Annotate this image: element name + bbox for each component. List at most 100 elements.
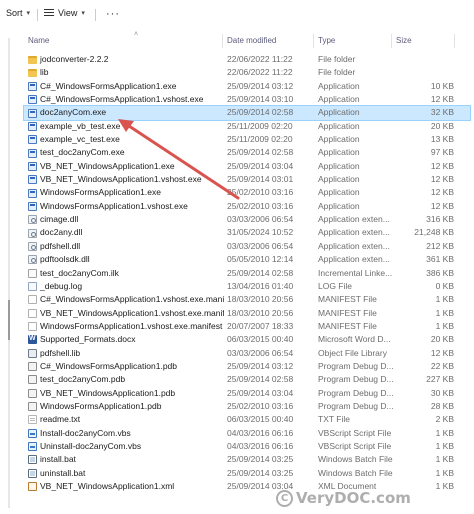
file-row[interactable]: WindowsFormsApplication1.vshost.exe 25/02… — [24, 200, 470, 213]
app-icon — [28, 108, 37, 118]
file-type: Incremental Linke... — [318, 267, 393, 278]
file-type: Application — [318, 147, 360, 158]
file-row[interactable]: pdftoolsdk.dll 05/05/2010 12:14 Applicatio… — [24, 253, 470, 266]
file-type: Application — [318, 107, 360, 118]
file-type: Windows Batch File — [318, 454, 393, 465]
column-date-header[interactable]: Date modified — [227, 36, 276, 45]
file-type: Object File Library — [318, 347, 387, 358]
column-divider[interactable] — [313, 34, 314, 48]
file-size: 2 KB — [435, 414, 454, 425]
file-type: Program Debug D... — [318, 400, 394, 411]
watermark-text: VeryDOC.com — [296, 489, 411, 507]
date-modified: 13/04/2016 01:40 — [227, 280, 294, 291]
file-size: 1 KB — [435, 307, 454, 318]
name-cell: jodconverter-2.2.2 — [28, 53, 224, 66]
file-name: test_doc2anyCom.ilk — [40, 267, 119, 278]
column-name-header[interactable]: Name — [28, 36, 49, 45]
app-icon — [28, 161, 37, 171]
file-row[interactable]: lib 22/06/2022 11:22 File folder — [24, 66, 470, 79]
file-row[interactable]: readme.txt 06/03/2015 00:40 TXT File 2 KB — [24, 413, 470, 426]
file-size: 12 KB — [430, 160, 454, 171]
file-size: 1 KB — [435, 454, 454, 465]
app-icon — [28, 121, 37, 131]
scrollbar-track[interactable] — [8, 38, 10, 508]
file-type: Application — [318, 160, 360, 171]
name-cell: pdftoolsdk.dll — [28, 253, 224, 266]
column-divider[interactable] — [222, 34, 223, 48]
file-row[interactable]: install.bat 25/09/2014 03:25 Windows Batch… — [24, 453, 470, 466]
file-row[interactable]: Uninstall-doc2anyCom.vbs 04/03/2016 06:16… — [24, 440, 470, 453]
file-type: Program Debug D... — [318, 360, 394, 371]
file-row[interactable]: Supported_Formats.docx 06/03/2015 00:40 Mi… — [24, 333, 470, 346]
file-row[interactable]: Install-doc2anyCom.vbs 04/03/2016 06:16 VB… — [24, 427, 470, 440]
date-modified: 25/11/2009 02:20 — [227, 120, 293, 131]
file-row[interactable]: cimage.dll 03/03/2006 06:54 Application ex… — [24, 213, 470, 226]
file-row[interactable]: C#_WindowsFormsApplication1.vshost.exe 25… — [24, 93, 470, 106]
file-row[interactable]: C#_WindowsFormsApplication1.vshost.exe.m… — [24, 293, 470, 306]
file-name: test_doc2anyCom.pdb — [40, 374, 126, 385]
file-type: VBScript Script File — [318, 440, 392, 451]
file-row[interactable]: VB_NET_WindowsApplication1.exe 25/09/2014… — [24, 160, 470, 173]
file-type: MANIFEST File — [318, 294, 377, 305]
file-size: 30 KB — [430, 387, 454, 398]
sort-button[interactable]: Sort ▾ — [6, 8, 30, 18]
file-row[interactable]: WindowsFormsApplication1.pdb 25/02/2010 0… — [24, 400, 470, 413]
date-modified: 25/09/2014 02:58 — [227, 147, 294, 158]
app-icon — [28, 201, 37, 211]
file-row[interactable]: VB_NET_WindowsApplication1.pdb 25/09/2014… — [24, 387, 470, 400]
file-name: jodconverter-2.2.2 — [40, 54, 109, 64]
file-row[interactable]: VB_NET_WindowsApplication1.vshost.exe 25/… — [24, 173, 470, 186]
file-size: 20 KB — [430, 120, 454, 131]
file-row[interactable]: doc2anyCom.exe 25/09/2014 02:58 Applicatio… — [23, 105, 471, 121]
column-size-header[interactable]: Size — [396, 36, 412, 45]
file-type: Application exten... — [318, 227, 390, 238]
file-row[interactable]: WindowsFormsApplication1.exe 25/02/2010 0… — [24, 186, 470, 199]
file-name: VB_NET_WindowsApplication1.vshost.exe — [40, 174, 202, 185]
file-size: 32 KB — [430, 107, 454, 118]
manifest-icon — [28, 322, 37, 332]
file-row[interactable]: pdfshell.lib 03/03/2006 06:54 Object File … — [24, 347, 470, 360]
app-icon — [28, 95, 37, 105]
scrollbar-thumb[interactable] — [8, 300, 10, 340]
date-modified: 25/09/2014 02:58 — [227, 107, 294, 118]
name-cell: example_vb_test.exe — [28, 120, 224, 133]
file-row[interactable]: C#_WindowsFormsApplication1.exe 25/09/201… — [24, 80, 470, 93]
date-modified: 25/09/2014 03:25 — [227, 454, 294, 465]
date-modified: 25/09/2014 03:01 — [227, 174, 294, 185]
more-options-button[interactable]: ··· — [106, 8, 120, 20]
manifest-icon — [28, 308, 37, 318]
file-row[interactable]: test_doc2anyCom.ilk 25/09/2014 02:58 Incre… — [24, 267, 470, 280]
file-row[interactable]: example_vb_test.exe 25/11/2009 02:20 Appli… — [24, 120, 470, 133]
file-name: WindowsFormsApplication1.vshost.exe — [40, 200, 188, 211]
pdb-icon — [28, 388, 37, 398]
file-row[interactable]: test_doc2anyCom.pdb 25/09/2014 02:58 Progr… — [24, 373, 470, 386]
file-row[interactable]: C#_WindowsFormsApplication1.pdb 25/09/201… — [24, 360, 470, 373]
file-row[interactable]: WindowsFormsApplication1.vshost.exe.mani… — [24, 320, 470, 333]
column-type-header[interactable]: Type — [318, 36, 335, 45]
file-row[interactable]: _debug.log 13/04/2016 01:40 LOG File 0 KB — [24, 280, 470, 293]
pdb-icon — [28, 402, 37, 412]
column-divider[interactable] — [454, 34, 455, 48]
file-name: C#_WindowsFormsApplication1.vshost.exe — [40, 94, 204, 105]
file-row[interactable]: example_vc_test.exe 25/11/2009 02:20 Appli… — [24, 133, 470, 146]
date-modified: 25/09/2014 03:12 — [227, 80, 294, 91]
pdb-icon — [28, 375, 37, 385]
date-modified: 06/03/2015 00:40 — [227, 414, 294, 425]
file-row[interactable]: uninstall.bat 25/09/2014 03:25 Windows Bat… — [24, 467, 470, 480]
column-divider[interactable] — [391, 34, 392, 48]
name-cell: test_doc2anyCom.exe — [28, 146, 224, 159]
date-modified: 25/09/2014 03:04 — [227, 160, 294, 171]
file-name: readme.txt — [40, 414, 81, 425]
file-list: jodconverter-2.2.2 22/06/2022 11:22 File f… — [23, 53, 471, 493]
date-modified: 25/02/2010 03:16 — [227, 187, 294, 198]
view-button[interactable]: View ▾ — [44, 8, 85, 18]
file-size: 22 KB — [430, 360, 454, 371]
file-row[interactable]: jodconverter-2.2.2 22/06/2022 11:22 File f… — [24, 53, 470, 66]
name-cell: readme.txt — [28, 413, 224, 426]
file-row[interactable]: VB_NET_WindowsApplication1.vshost.exe.ma… — [24, 307, 470, 320]
file-row[interactable]: test_doc2anyCom.exe 25/09/2014 02:58 Appli… — [24, 146, 470, 159]
file-row[interactable]: pdfshell.dll 03/03/2006 06:54 Application … — [24, 240, 470, 253]
file-size: 12 KB — [430, 94, 454, 105]
file-type: Application — [318, 94, 360, 105]
file-row[interactable]: doc2any.dll 31/05/2024 10:52 Application e… — [24, 226, 470, 239]
